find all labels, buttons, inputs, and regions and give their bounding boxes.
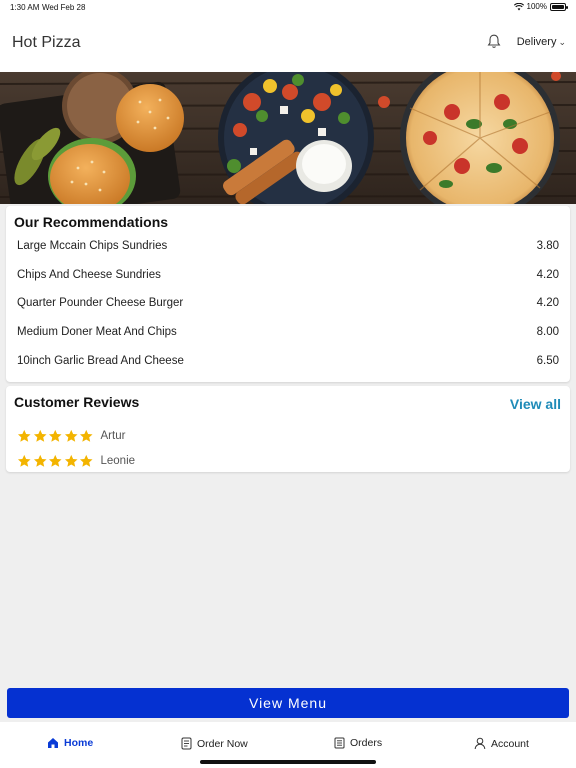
- status-bar: 1:30 AM Wed Feb 28 100%: [0, 0, 576, 14]
- star-icon: [17, 454, 31, 467]
- recommendation-price: 6.50: [536, 355, 559, 367]
- recommendation-price: 8.00: [536, 326, 559, 338]
- star-icon: [48, 429, 62, 442]
- star-icon: [17, 429, 31, 442]
- tab-account[interactable]: Account: [474, 737, 529, 750]
- tab-label: Order Now: [197, 737, 248, 750]
- star-icon: [33, 454, 47, 467]
- hero-banner: [0, 72, 576, 204]
- recommendation-price: 4.20: [536, 269, 559, 281]
- status-time: 1:30 AM: [10, 3, 40, 12]
- battery-icon: [550, 2, 568, 11]
- recommendation-name: Large Mccain Chips Sundries: [17, 240, 168, 252]
- wifi-icon: [513, 2, 524, 10]
- tab-label: Home: [64, 737, 94, 749]
- rating-stars: [17, 429, 94, 444]
- recommendation-price: 3.80: [536, 240, 559, 252]
- recommendation-item[interactable]: Medium Doner Meat And Chips 8.00: [6, 318, 570, 346]
- receipt-icon: [334, 737, 345, 749]
- status-date: Wed Feb 28: [42, 3, 86, 12]
- recommendation-item[interactable]: Quarter Pounder Cheese Burger 4.20: [6, 289, 570, 317]
- app-header: Hot Pizza Delivery ⌄: [0, 14, 576, 72]
- tab-label: Orders: [350, 737, 383, 749]
- review-item: Artur: [17, 426, 125, 446]
- tab-label: Account: [491, 737, 529, 750]
- status-right: 100%: [513, 2, 568, 11]
- star-icon: [79, 429, 93, 442]
- recommendation-name: Medium Doner Meat And Chips: [17, 326, 177, 338]
- recommendation-price: 4.20: [536, 297, 559, 309]
- order-icon: [181, 737, 192, 750]
- recommendation-item[interactable]: 10inch Garlic Bread And Cheese 6.50: [6, 347, 570, 375]
- header-actions: Delivery ⌄: [487, 34, 566, 49]
- star-icon: [48, 454, 62, 467]
- recommendation-item[interactable]: Large Mccain Chips Sundries 3.80: [6, 232, 570, 260]
- home-icon: [48, 738, 58, 748]
- tab-orders[interactable]: Orders: [334, 737, 382, 749]
- rating-stars: [17, 454, 94, 469]
- person-icon: [474, 737, 486, 750]
- customer-reviews-card: Customer Reviews View all Artur Leonie: [6, 386, 570, 472]
- reviewer-name: Artur: [100, 430, 126, 442]
- battery-percent: 100%: [526, 2, 547, 11]
- home-indicator: [200, 760, 376, 764]
- tab-home[interactable]: Home: [47, 737, 93, 749]
- recommendations-title: Our Recommendations: [14, 214, 169, 230]
- recommendation-name: Quarter Pounder Cheese Burger: [17, 297, 184, 309]
- bell-icon[interactable]: [487, 34, 501, 49]
- recommendation-name: Chips And Cheese Sundries: [17, 269, 161, 281]
- star-icon: [79, 454, 93, 467]
- star-icon: [33, 429, 47, 442]
- review-item: Leonie: [17, 451, 135, 471]
- food-banner-image: [0, 72, 576, 204]
- reviewer-name: Leonie: [100, 455, 136, 467]
- view-menu-button[interactable]: View Menu: [7, 688, 569, 718]
- delivery-selector[interactable]: Delivery ⌄: [517, 36, 566, 48]
- reviews-title: Customer Reviews: [14, 394, 140, 410]
- chevron-down-icon: ⌄: [558, 36, 566, 47]
- view-all-link[interactable]: View all: [510, 396, 561, 412]
- star-icon: [64, 454, 78, 467]
- recommendation-name: 10inch Garlic Bread And Cheese: [17, 355, 184, 367]
- delivery-label: Delivery: [516, 35, 557, 48]
- tab-order-now[interactable]: Order Now: [181, 737, 248, 750]
- recommendation-item[interactable]: Chips And Cheese Sundries 4.20: [6, 261, 570, 289]
- star-icon: [64, 429, 78, 442]
- app-title: Hot Pizza: [12, 34, 81, 51]
- bottom-tab-bar: Home Order Now Orders Account: [0, 722, 576, 768]
- recommendations-card: Our Recommendations Large Mccain Chips S…: [6, 206, 570, 382]
